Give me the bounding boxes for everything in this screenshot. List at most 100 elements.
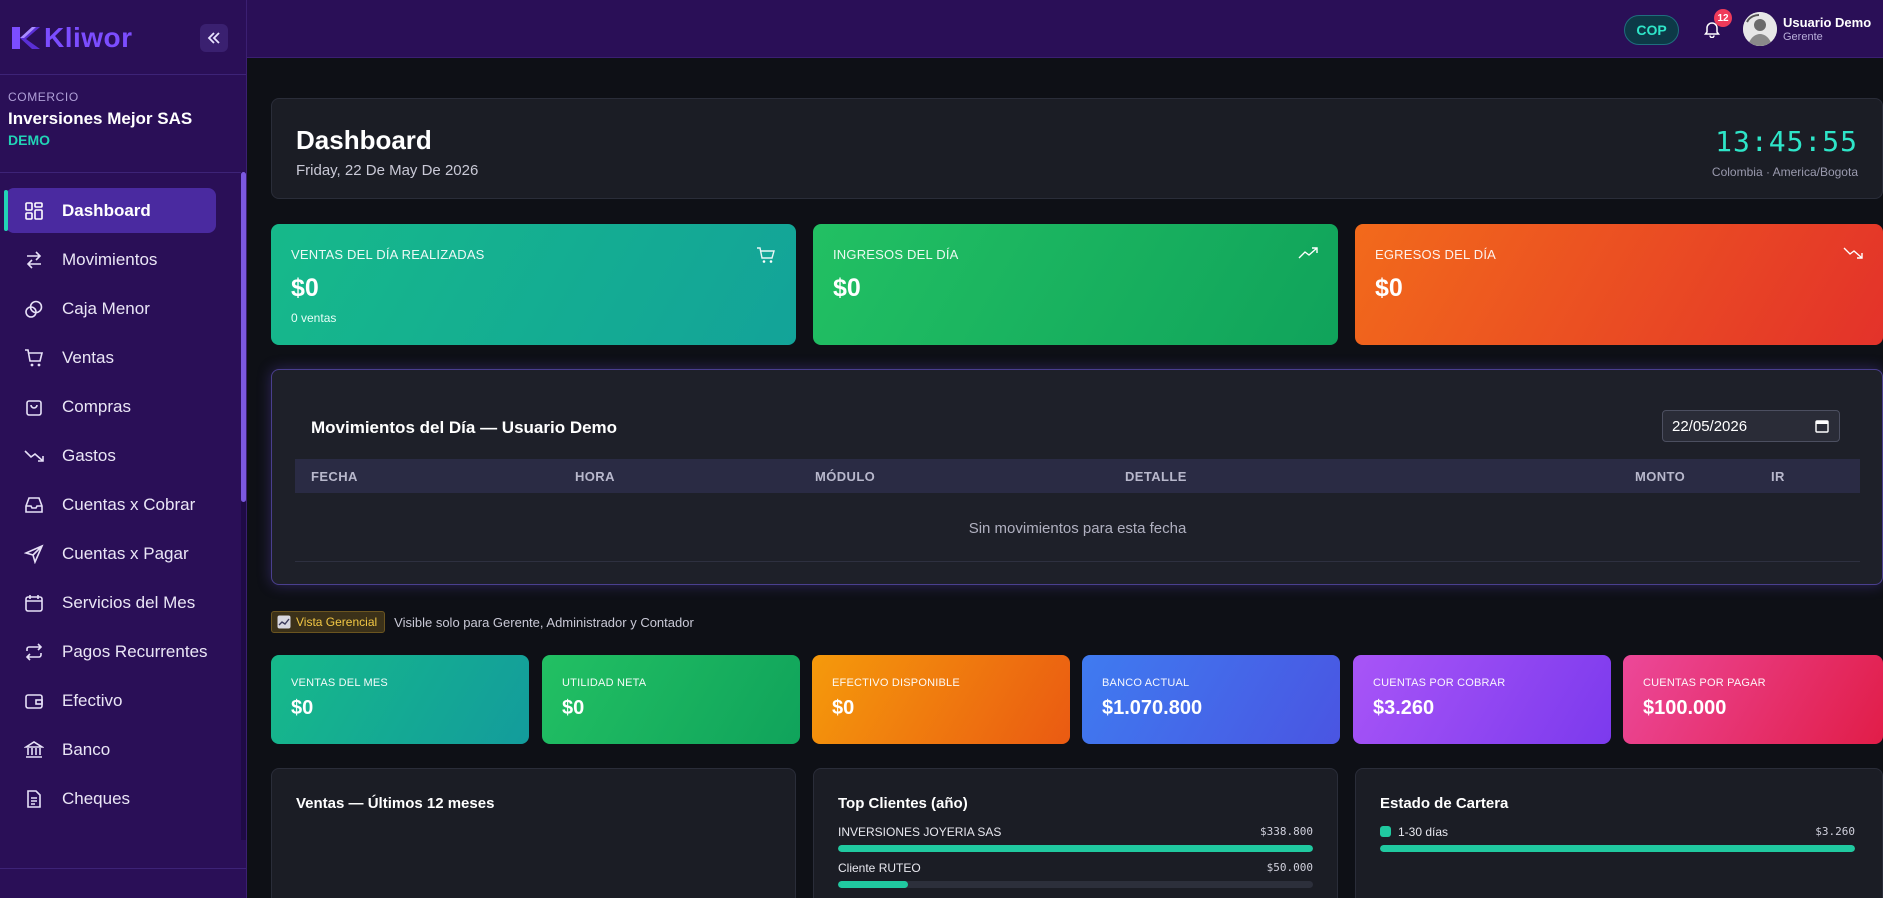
main-content: Dashboard Friday, 22 De May De 2026 13:4… <box>247 58 1883 898</box>
cart-icon <box>22 346 46 370</box>
sidebar-item-ventas[interactable]: Ventas <box>6 335 216 380</box>
sidebar-item-cuentas-cobrar[interactable]: Cuentas x Cobrar <box>6 482 216 527</box>
kpi-monthly-sales[interactable]: VENTAS DEL MES $0 <box>271 655 529 744</box>
list-item: Cliente RUTEO $50.000 <box>838 861 1313 888</box>
progress-fill <box>1380 845 1855 852</box>
trending-down-icon <box>22 444 46 468</box>
kpi-net-profit[interactable]: UTILIDAD NETA $0 <box>542 655 800 744</box>
sidebar-item-banco[interactable]: Banco <box>6 727 216 772</box>
sidebar-item-gastos[interactable]: Gastos <box>6 433 216 478</box>
sidebar-item-label: Ventas <box>62 347 114 367</box>
sidebar: Kliwor COMERCIO Inversiones Mejor SAS DE… <box>0 0 247 898</box>
company-name: Inversiones Mejor SAS <box>8 109 193 128</box>
kpi-accounts-payable[interactable]: CUENTAS POR PAGAR $100.000 <box>1623 655 1883 744</box>
portfolio-value: $3.260 <box>1815 825 1855 838</box>
column-header[interactable]: FECHA <box>311 469 358 484</box>
stat-card-daily-income[interactable]: INGRESOS DEL DÍA $0 <box>813 224 1338 345</box>
clock: 13:45:55 <box>1715 125 1858 158</box>
sales-12-months-panel: Ventas — Últimos 12 meses <box>271 768 796 898</box>
currency-selector[interactable]: COP <box>1624 15 1679 45</box>
divider <box>0 74 246 75</box>
sidebar-item-label: Servicios del Mes <box>62 592 196 612</box>
kpi-label: BANCO ACTUAL <box>1102 677 1190 689</box>
kpi-label: CUENTAS POR COBRAR <box>1373 677 1506 689</box>
sidebar-scrollbar-thumb[interactable] <box>241 172 246 502</box>
stat-card-daily-sales[interactable]: VENTAS DEL DÍA REALIZADAS $0 0 ventas <box>271 224 796 345</box>
sidebar-nav: Dashboard Movimientos Caja Menor Ventas <box>0 188 240 833</box>
arrows-swap-icon <box>22 248 46 272</box>
notification-count-badge: 12 <box>1714 9 1732 27</box>
kpi-current-bank[interactable]: BANCO ACTUAL $1.070.800 <box>1082 655 1340 744</box>
kpi-available-cash[interactable]: EFECTIVO DISPONIBLE $0 <box>812 655 1070 744</box>
stat-subtext: 0 ventas <box>291 311 337 325</box>
page-title: Dashboard <box>296 125 432 155</box>
top-clients-panel: Top Clientes (año) INVERSIONES JOYERIA S… <box>813 768 1338 898</box>
column-header[interactable]: MONTO <box>1635 469 1685 484</box>
stat-value: $0 <box>1375 274 1403 302</box>
chart-icon <box>277 615 291 629</box>
column-header[interactable]: HORA <box>575 469 615 484</box>
coins-icon <box>22 297 46 321</box>
progress-fill <box>838 845 1313 852</box>
progress-track <box>838 881 1313 888</box>
company-label: COMERCIO <box>8 90 79 104</box>
date-value: 22/05/2026 <box>1672 417 1748 435</box>
list-item: 1-30 días $3.260 <box>1380 825 1855 852</box>
kpi-value: $100.000 <box>1643 697 1727 719</box>
wallet-icon <box>22 689 46 713</box>
brand-logo[interactable]: Kliwor <box>10 22 133 54</box>
topbar: COP 12 Usuario Demo Gerente <box>247 0 1883 58</box>
sidebar-item-label: Efectivo <box>62 690 123 710</box>
kpi-accounts-receivable[interactable]: CUENTAS POR COBRAR $3.260 <box>1353 655 1611 744</box>
stat-card-daily-expenses[interactable]: EGRESOS DEL DÍA $0 <box>1355 224 1883 345</box>
sidebar-item-movimientos[interactable]: Movimientos <box>6 237 216 282</box>
client-value: $338.800 <box>1260 825 1313 838</box>
sidebar-item-dashboard[interactable]: Dashboard <box>4 188 216 233</box>
empty-state-text: Sin movimientos para esta fecha <box>968 520 1187 537</box>
stat-value: $0 <box>291 274 319 302</box>
stat-label: EGRESOS DEL DÍA <box>1375 247 1496 262</box>
sidebar-item-label: Pagos Recurrentes <box>62 641 208 661</box>
sidebar-item-caja-menor[interactable]: Caja Menor <box>6 286 216 331</box>
repeat-icon <box>22 640 46 664</box>
stat-value: $0 <box>833 274 861 302</box>
manager-view-banner: Vista Gerencial Visible solo para Gerent… <box>271 611 694 633</box>
manager-view-label: Vista Gerencial <box>296 615 378 629</box>
sidebar-item-label: Gastos <box>62 445 116 465</box>
collapse-sidebar-button[interactable] <box>200 24 228 52</box>
portfolio-bucket: 1-30 días <box>1398 825 1449 839</box>
calendar-icon[interactable] <box>1815 419 1829 437</box>
sidebar-item-label: Movimientos <box>62 249 158 269</box>
client-name: Cliente RUTEO <box>838 861 921 875</box>
list-item: INVERSIONES JOYERIA SAS $338.800 <box>838 825 1313 852</box>
stat-label: INGRESOS DEL DÍA <box>833 247 959 262</box>
sidebar-item-cuentas-pagar[interactable]: Cuentas x Pagar <box>6 531 216 576</box>
column-header[interactable]: DETALLE <box>1125 469 1187 484</box>
progress-fill <box>838 881 909 888</box>
brand-area: Kliwor <box>0 0 246 76</box>
kpi-value: $0 <box>832 697 855 719</box>
user-menu[interactable]: Usuario Demo Gerente <box>1743 12 1871 46</box>
sidebar-item-label: Cheques <box>62 788 131 808</box>
timezone-label: Colombia · America/Bogota <box>1711 165 1858 179</box>
sidebar-item-efectivo[interactable]: Efectivo <box>6 678 216 723</box>
daily-movements-card: Movimientos del Día — Usuario Demo 22/05… <box>271 369 1883 585</box>
column-header[interactable]: IR <box>1771 469 1785 484</box>
sidebar-item-servicios-mes[interactable]: Servicios del Mes <box>6 580 216 625</box>
avatar <box>1743 12 1777 46</box>
portfolio-status-panel: Estado de Cartera 1-30 días $3.260 <box>1355 768 1883 898</box>
movements-date-input[interactable]: 22/05/2026 <box>1662 410 1840 442</box>
chevrons-left-icon <box>207 32 220 44</box>
kpi-value: $1.070.800 <box>1102 697 1203 719</box>
sidebar-item-pagos-recurrentes[interactable]: Pagos Recurrentes <box>6 629 216 674</box>
trending-down-icon <box>1843 246 1863 265</box>
user-role: Gerente <box>1783 31 1823 43</box>
sidebar-item-compras[interactable]: Compras <box>6 384 216 429</box>
sidebar-item-label: Banco <box>62 739 111 759</box>
sidebar-item-cheques[interactable]: Cheques <box>6 776 216 821</box>
client-value: $50.000 <box>1266 861 1313 874</box>
kpi-label: EFECTIVO DISPONIBLE <box>832 677 960 689</box>
panel-title: Top Clientes (año) <box>838 795 968 812</box>
column-header[interactable]: MÓDULO <box>815 469 875 484</box>
panel-title: Ventas — Últimos 12 meses <box>296 795 495 812</box>
